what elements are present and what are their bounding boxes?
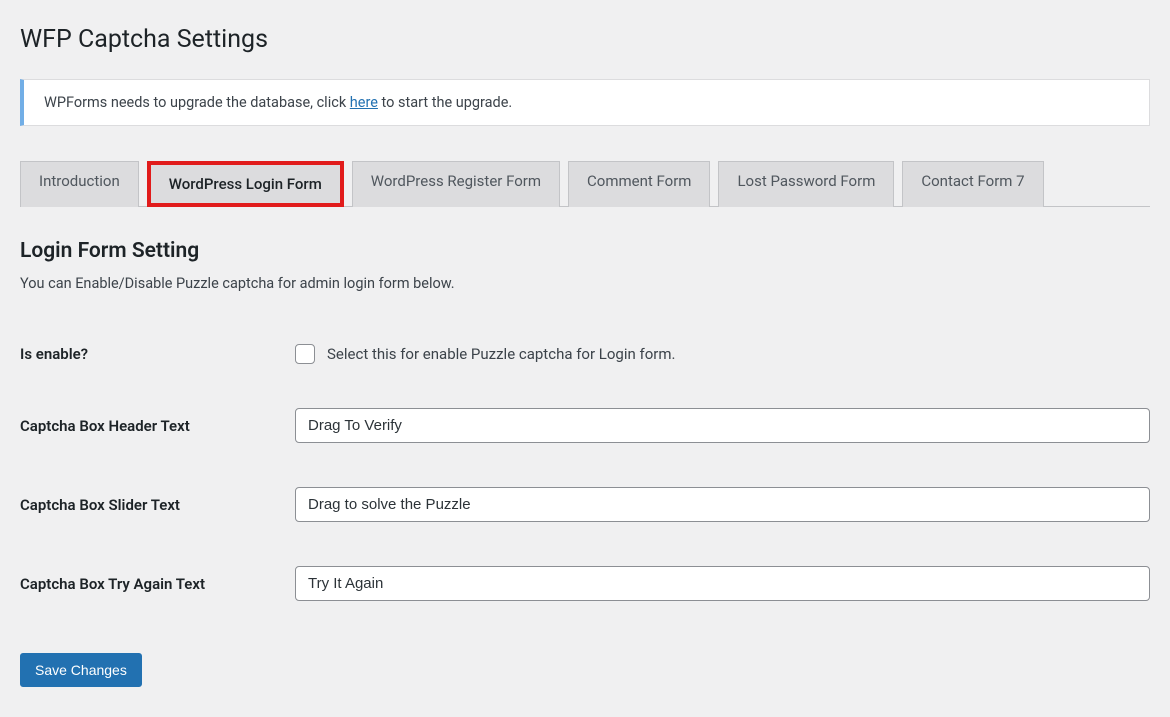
tab-comment-form[interactable]: Comment Form bbox=[568, 161, 710, 207]
tab-wordpress-register-form[interactable]: WordPress Register Form bbox=[352, 161, 560, 207]
upgrade-notice: WPForms needs to upgrade the database, c… bbox=[20, 79, 1150, 126]
notice-link[interactable]: here bbox=[350, 94, 378, 111]
tryagain-text-input[interactable] bbox=[295, 566, 1150, 601]
notice-suffix: to start the upgrade. bbox=[378, 94, 512, 111]
page-title: WFP Captcha Settings bbox=[20, 0, 1150, 74]
tabs: Introduction WordPress Login Form WordPr… bbox=[20, 146, 1150, 207]
slider-text-input[interactable] bbox=[295, 487, 1150, 522]
notice-prefix: WPForms needs to upgrade the database, c… bbox=[44, 94, 350, 111]
enable-label: Is enable? bbox=[20, 345, 295, 363]
enable-desc: Select this for enable Puzzle captcha fo… bbox=[327, 345, 675, 363]
tab-lost-password-form[interactable]: Lost Password Form bbox=[718, 161, 894, 207]
section-title: Login Form Setting bbox=[20, 207, 1150, 275]
tryagain-text-label: Captcha Box Try Again Text bbox=[20, 575, 295, 593]
enable-checkbox[interactable] bbox=[295, 344, 315, 364]
tab-contact-form-7[interactable]: Contact Form 7 bbox=[902, 161, 1043, 207]
header-text-label: Captcha Box Header Text bbox=[20, 417, 295, 435]
slider-text-label: Captcha Box Slider Text bbox=[20, 496, 295, 514]
save-button[interactable]: Save Changes bbox=[20, 653, 142, 687]
header-text-input[interactable] bbox=[295, 408, 1150, 443]
section-desc: You can Enable/Disable Puzzle captcha fo… bbox=[20, 275, 1150, 322]
tab-wordpress-login-form[interactable]: WordPress Login Form bbox=[147, 161, 344, 207]
tab-introduction[interactable]: Introduction bbox=[20, 161, 139, 207]
